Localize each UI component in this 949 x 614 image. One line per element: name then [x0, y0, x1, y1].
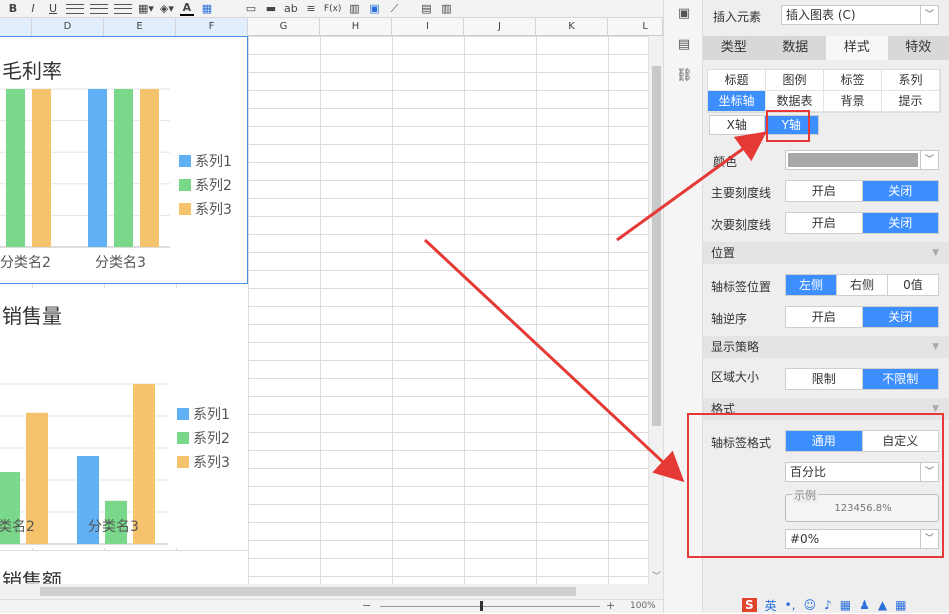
arrow-to-y-axis [617, 135, 762, 240]
arrow-to-format [425, 240, 680, 478]
annotation-arrows [0, 0, 949, 613]
